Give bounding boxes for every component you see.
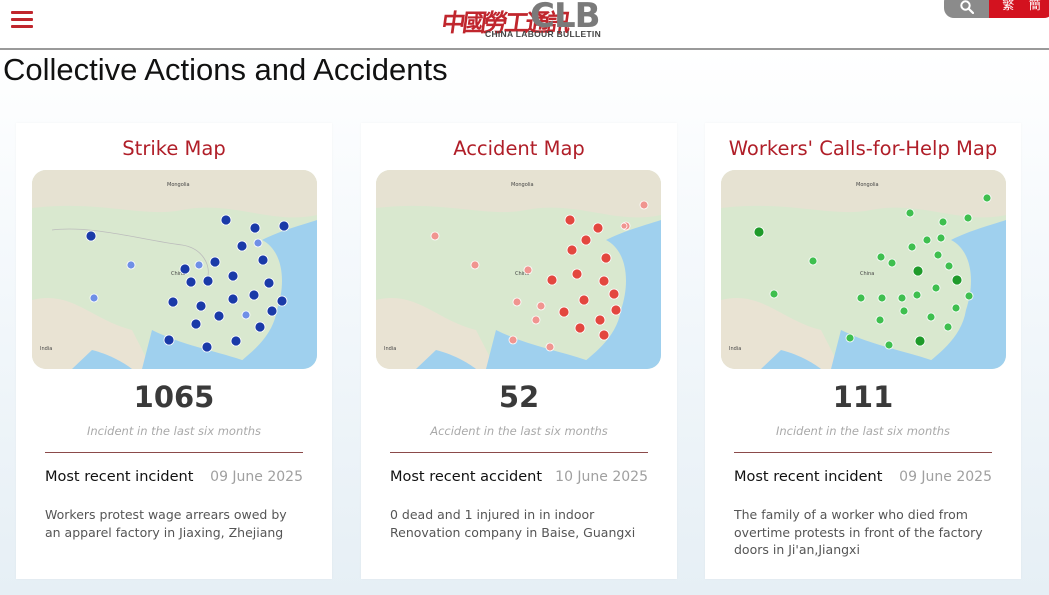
lang-simplified-button[interactable]: 簡 bbox=[1029, 0, 1041, 13]
map-label-india: India bbox=[384, 346, 396, 352]
accident-map-title[interactable]: Accident Map bbox=[361, 137, 677, 160]
calls-for-help-recent-date: 09 June 2025 bbox=[899, 469, 992, 485]
strike-recent-description[interactable]: Workers protest wage arrears owed by an … bbox=[45, 506, 305, 541]
accident-recent-label: Most recent accident bbox=[390, 469, 543, 485]
top-navigation-bar: 中國勞工通訊 CLB CHINA LABOUR BULLETIN 繁 簡 bbox=[0, 0, 1049, 50]
strike-map-card: Strike Map Mongolia China India 1065 Inc… bbox=[16, 123, 332, 579]
map-label-mongolia: Mongolia bbox=[511, 182, 534, 188]
accident-recent-date: 10 June 2025 bbox=[555, 469, 648, 485]
calls-for-help-count-caption: Incident in the last six months bbox=[775, 424, 951, 438]
page-title: Collective Actions and Accidents bbox=[3, 52, 448, 87]
card-divider bbox=[390, 452, 648, 453]
strike-map-graphic: Mongolia China India bbox=[32, 170, 317, 369]
map-label-india: India bbox=[729, 346, 741, 352]
language-switcher: 繁 簡 bbox=[989, 0, 1049, 18]
accident-map-image[interactable]: Mongolia China India bbox=[376, 170, 661, 369]
logo-subtitle: CHINA LABOUR BULLETIN bbox=[485, 29, 602, 39]
strike-map-image[interactable]: Mongolia China India bbox=[32, 170, 317, 369]
accident-count-caption: Accident in the last six months bbox=[430, 424, 608, 438]
accident-recent-description[interactable]: 0 dead and 1 injured in in indoor Renova… bbox=[390, 506, 650, 541]
map-label-mongolia: Mongolia bbox=[167, 182, 190, 188]
strike-recent-label: Most recent incident bbox=[45, 469, 194, 485]
map-label-china: China bbox=[860, 271, 874, 277]
strike-count: 1065 bbox=[133, 380, 215, 414]
strike-map-title[interactable]: Strike Map bbox=[16, 137, 332, 160]
search-language-box: 繁 簡 bbox=[944, 0, 1049, 18]
calls-for-help-map-image[interactable]: Mongolia China India bbox=[721, 170, 1006, 369]
calls-for-help-recent-description[interactable]: The family of a worker who died from ove… bbox=[734, 506, 994, 559]
search-icon bbox=[959, 0, 974, 14]
accident-map-graphic: Mongolia China India bbox=[376, 170, 661, 369]
card-divider bbox=[45, 452, 303, 453]
map-label-india: India bbox=[40, 346, 52, 352]
calls-for-help-count: 111 bbox=[832, 380, 894, 414]
calls-for-help-recent-label: Most recent incident bbox=[734, 469, 883, 485]
card-divider bbox=[734, 452, 992, 453]
calls-for-help-map-graphic: Mongolia China India bbox=[721, 170, 1006, 369]
map-label-mongolia: Mongolia bbox=[856, 182, 879, 188]
hamburger-menu-icon[interactable] bbox=[11, 11, 33, 28]
calls-for-help-map-title[interactable]: Workers' Calls-for-Help Map bbox=[705, 137, 1021, 160]
calls-for-help-map-card: Workers' Calls-for-Help Map Mongolia Chi… bbox=[705, 123, 1021, 579]
search-button[interactable] bbox=[944, 0, 989, 18]
lang-traditional-button[interactable]: 繁 bbox=[1002, 0, 1014, 13]
strike-count-caption: Incident in the last six months bbox=[86, 424, 262, 438]
accident-count: 52 bbox=[498, 380, 540, 414]
accident-map-card: Accident Map Mongolia China India 52 Acc… bbox=[361, 123, 677, 579]
strike-recent-date: 09 June 2025 bbox=[210, 469, 303, 485]
